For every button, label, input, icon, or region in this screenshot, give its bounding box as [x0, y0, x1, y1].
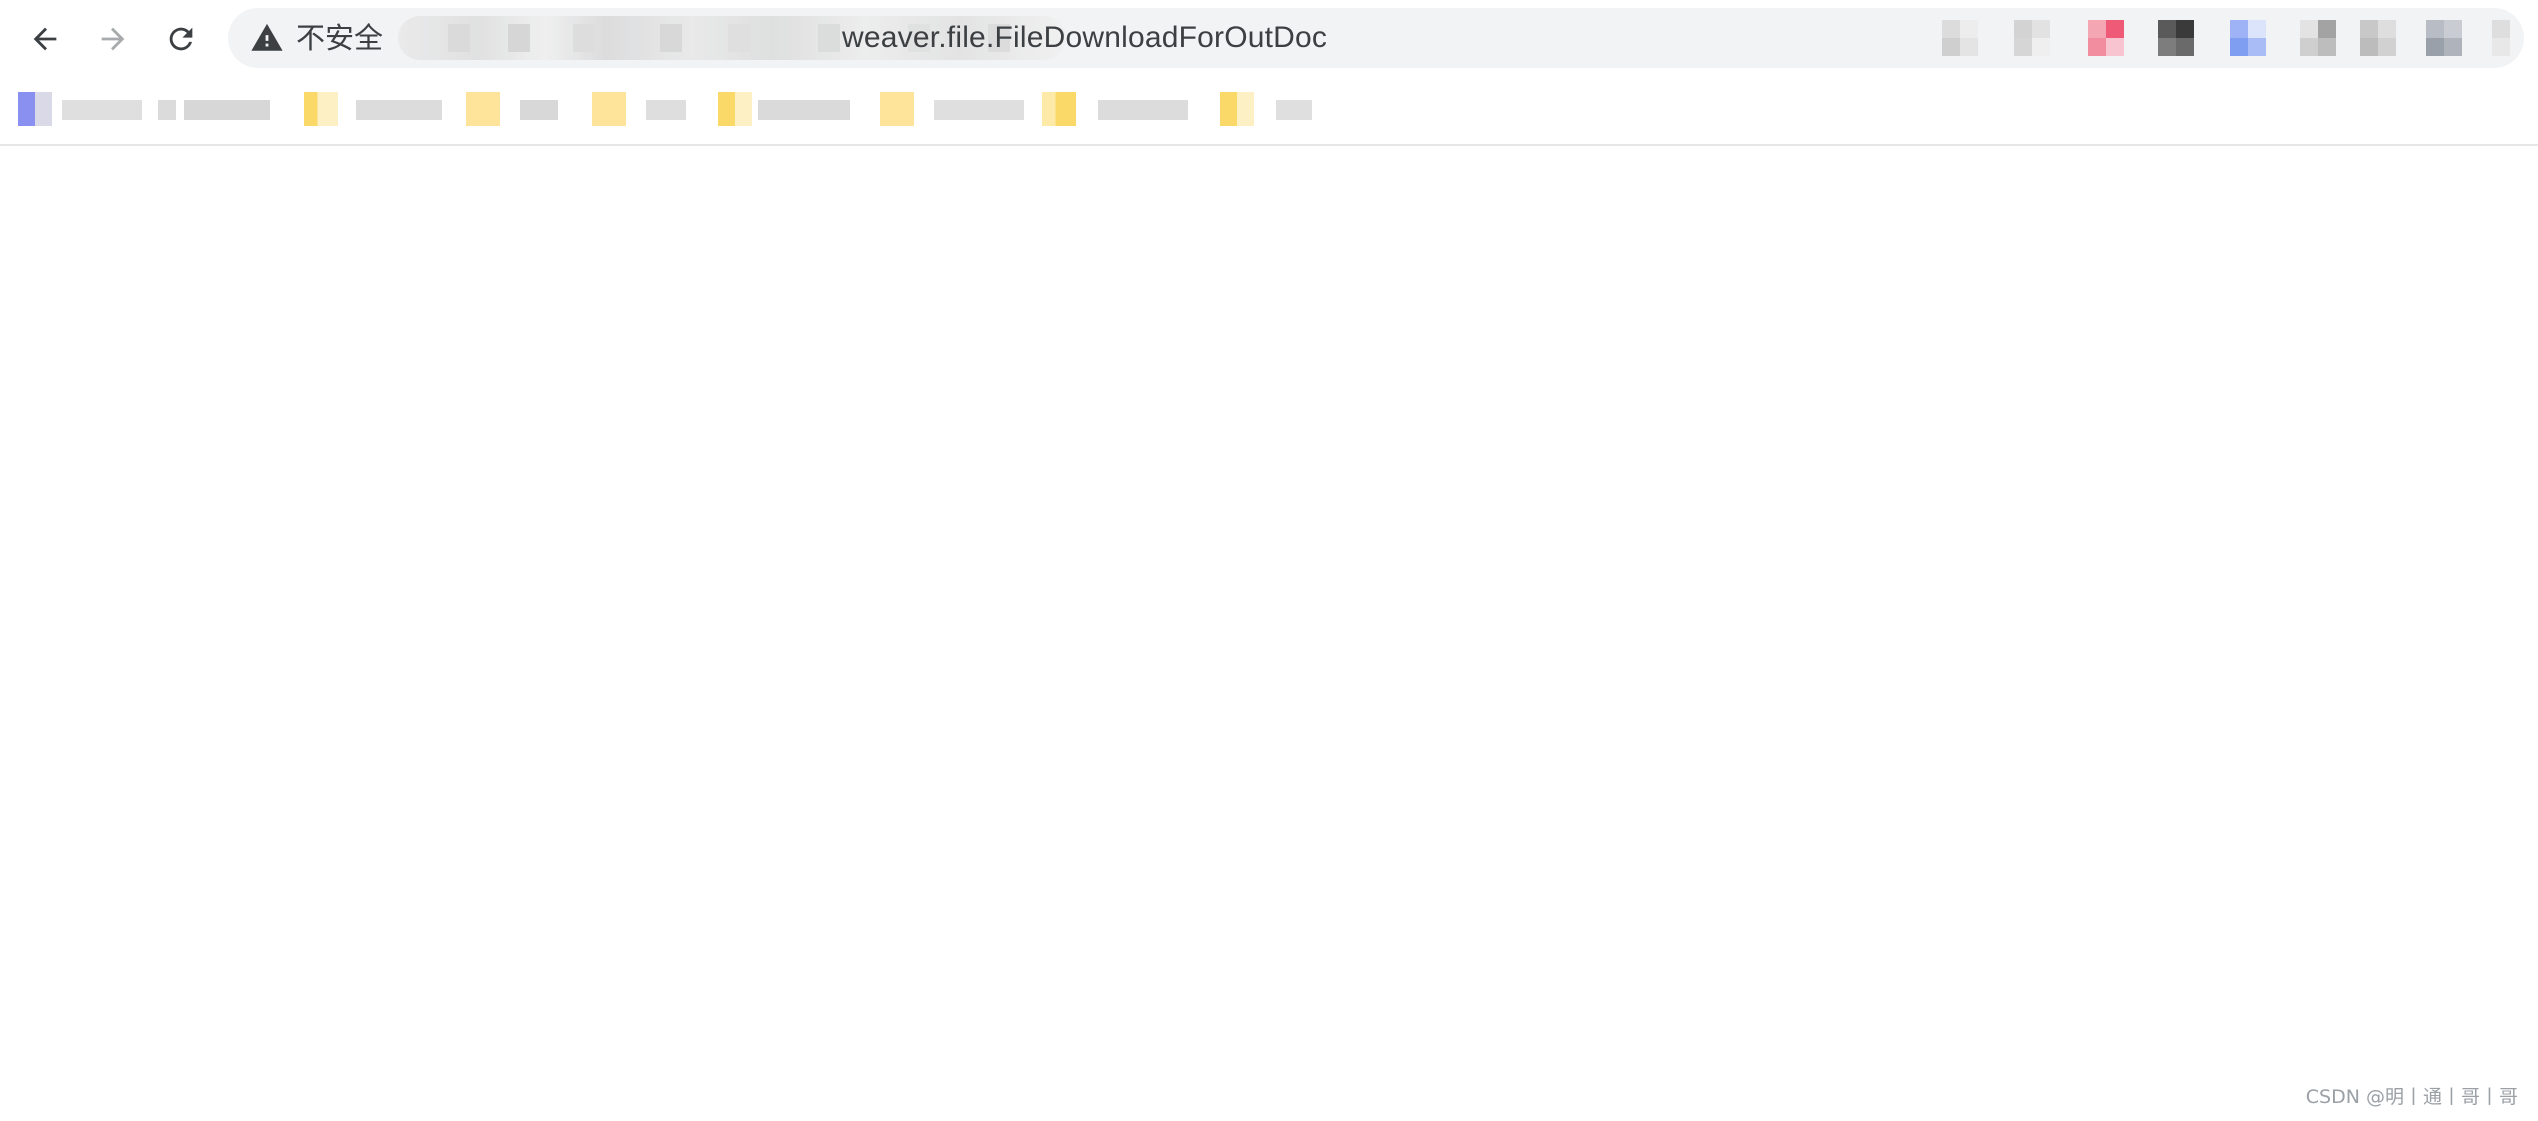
extension-icon[interactable]	[1942, 20, 1978, 56]
folder-icon	[304, 92, 338, 126]
bookmark-folder[interactable]	[1220, 90, 1316, 128]
arrow-right-icon	[101, 27, 125, 51]
reload-icon	[169, 27, 193, 51]
bookmark-folder[interactable]	[1042, 90, 1192, 128]
warning-triangle-icon[interactable]	[250, 21, 284, 55]
folder-icon	[1220, 92, 1254, 126]
watermark-text: CSDN @明丨通丨哥丨哥	[2305, 1086, 2518, 1108]
extension-icon[interactable]	[2360, 20, 2396, 56]
extension-icon[interactable]	[2300, 20, 2336, 56]
browser-window: 不安全 weaver.file.FileDownloadForOutDoc CS…	[0, 0, 2538, 1121]
bookmark-item[interactable]	[18, 90, 272, 128]
bookmark-folder[interactable]	[880, 90, 1028, 128]
folder-icon	[1042, 92, 1076, 126]
not-secure-label[interactable]: 不安全	[296, 19, 383, 57]
forward-button[interactable]	[88, 14, 138, 64]
folder-icon	[718, 92, 752, 126]
folder-icon	[592, 92, 626, 126]
back-button[interactable]	[20, 14, 70, 64]
page-content-blank	[0, 146, 2538, 1121]
browser-toolbar: 不安全 weaver.file.FileDownloadForOutDoc	[0, 0, 2538, 76]
bookmark-folder[interactable]	[466, 90, 562, 128]
folder-icon	[880, 92, 914, 126]
extension-icon[interactable]	[2426, 20, 2462, 56]
bookmark-folder[interactable]	[592, 90, 688, 128]
extension-icon[interactable]	[2014, 20, 2050, 56]
folder-icon	[466, 92, 500, 126]
bookmark-folder[interactable]	[304, 90, 450, 128]
url-text[interactable]: weaver.file.FileDownloadForOutDoc	[842, 19, 1327, 57]
bookmark-folder[interactable]	[718, 90, 856, 128]
extensions-area	[1870, 10, 2530, 66]
arrow-left-icon	[33, 27, 57, 51]
bookmark-favicon-icon	[18, 92, 52, 126]
extension-icon[interactable]	[2088, 20, 2124, 56]
extension-icon[interactable]	[2158, 20, 2194, 56]
extension-icon[interactable]	[2492, 20, 2510, 56]
reload-button[interactable]	[156, 14, 206, 64]
bookmarks-bar	[0, 76, 2538, 146]
extension-icon[interactable]	[2230, 20, 2266, 56]
